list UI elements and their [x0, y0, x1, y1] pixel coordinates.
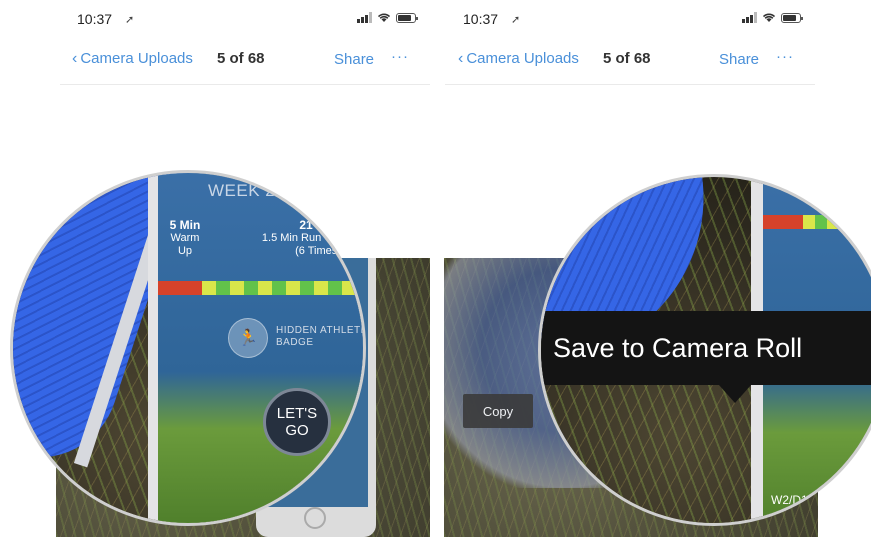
- magnifier-zoom: WEEK 2 - DA 5 Min Warm Up 21 Min 1.5 Min…: [10, 170, 366, 526]
- run-duration: 21 Min: [299, 218, 337, 232]
- status-icons: [742, 12, 803, 23]
- workout-progress-strip: [763, 215, 871, 229]
- chevron-left-icon: ‹: [72, 49, 78, 67]
- runner-badge-icon: 🏃: [228, 318, 268, 358]
- warmup-label: Warm Up: [170, 232, 200, 257]
- magnified-phone: WEEK 2 - DA 5 Min Warm Up 21 Min 1.5 Min…: [148, 173, 366, 523]
- warmup-segment: 5 Min Warm Up: [164, 219, 206, 258]
- more-icon[interactable]: ···: [391, 48, 409, 65]
- location-arrow-icon: ➚: [125, 14, 135, 26]
- magnifier-zoom: W2/D1 Save to Camera Roll: [538, 174, 871, 526]
- back-label: Camera Uploads: [466, 50, 579, 67]
- back-button[interactable]: ‹ Camera Uploads: [72, 50, 193, 67]
- week-day-label: W2/D1: [771, 493, 808, 507]
- week-title: WEEK 2 - DA: [208, 181, 317, 200]
- more-icon[interactable]: ···: [776, 48, 794, 65]
- status-time: 10:37: [463, 11, 499, 27]
- share-button[interactable]: Share: [334, 51, 374, 68]
- popup-arrow: [719, 385, 751, 403]
- save-to-camera-roll-button[interactable]: Save to Camera Roll: [541, 311, 871, 403]
- location-arrow-icon: ➚: [511, 14, 521, 26]
- panel-gap: [430, 0, 441, 537]
- signal-icon: [742, 12, 757, 23]
- right-panel: 10:37 ➚ ‹ Camera Uploads 5 of 68 Share ·…: [441, 0, 871, 537]
- status-bar: 10:37 ➚: [441, 8, 871, 30]
- workout-progress-strip: [158, 281, 363, 295]
- warmup-bar: [763, 215, 803, 229]
- nav-divider: [60, 84, 430, 85]
- nav-bar: ‹ Camera Uploads 5 of 68 Share ···: [441, 44, 871, 74]
- battery-icon: [781, 12, 803, 23]
- left-panel: 10:37 ➚ ‹ Camera Uploads 5 of 68 Share ·…: [0, 0, 430, 537]
- share-button[interactable]: Share: [719, 51, 759, 68]
- battery-icon: [396, 12, 418, 23]
- app-screen: WEEK 2 - DA 5 Min Warm Up 21 Min 1.5 Min…: [158, 173, 366, 523]
- save-label: Save to Camera Roll: [553, 332, 803, 363]
- photo-counter: 5 of 68: [603, 50, 651, 67]
- status-icons: [357, 12, 418, 23]
- back-label: Camera Uploads: [80, 50, 193, 67]
- back-button[interactable]: ‹ Camera Uploads: [458, 50, 579, 67]
- photo-counter: 5 of 68: [217, 50, 265, 67]
- warmup-duration: 5 Min: [169, 218, 201, 232]
- intervals-bar: [202, 281, 363, 295]
- status-bar: 10:37 ➚: [0, 8, 430, 30]
- status-time: 10:37: [77, 11, 113, 27]
- lets-go-button[interactable]: LET'S GO: [263, 388, 331, 456]
- wifi-icon: [377, 13, 391, 22]
- badge-label: HIDDEN ATHLETE BADGE: [276, 325, 366, 348]
- warmup-bar: [158, 281, 202, 295]
- wifi-icon: [762, 13, 776, 22]
- run-segment: 21 Min 1.5 Min Run + 2 Min W (6 Times): [228, 218, 363, 258]
- run-description: 1.5 Min Run + 2 Min W (6 Times): [261, 232, 361, 257]
- chevron-left-icon: ‹: [458, 49, 464, 67]
- nav-bar: ‹ Camera Uploads 5 of 68 Share ···: [0, 44, 430, 74]
- nav-divider: [445, 84, 815, 85]
- signal-icon: [357, 12, 372, 23]
- copy-button[interactable]: Copy: [463, 394, 533, 428]
- intervals-bar: [803, 215, 871, 229]
